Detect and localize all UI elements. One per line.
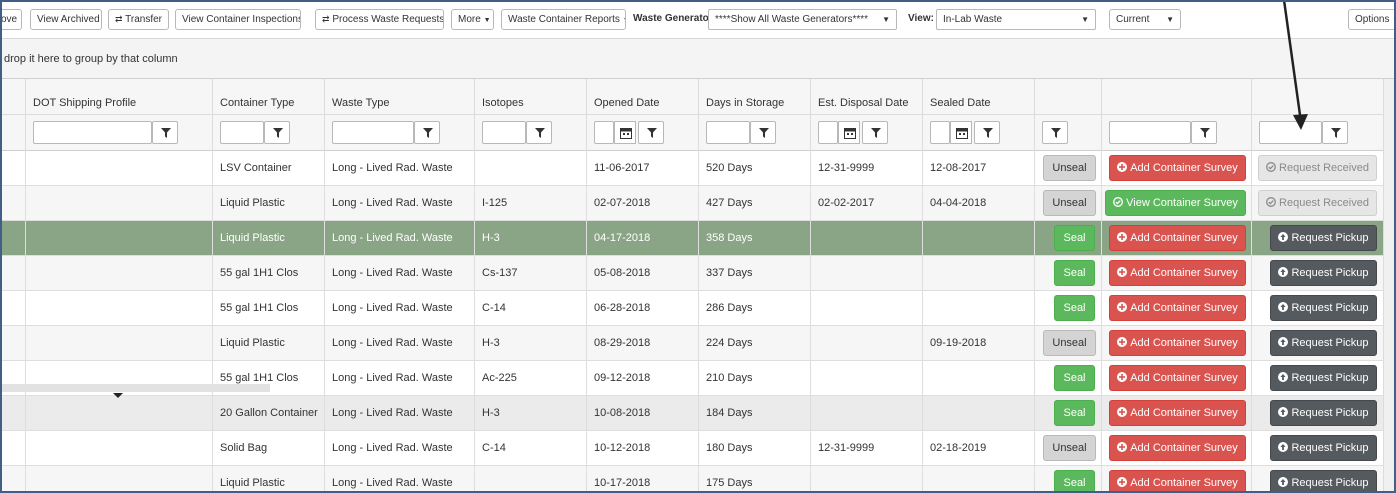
annotation-arrow (1282, 0, 1308, 130)
